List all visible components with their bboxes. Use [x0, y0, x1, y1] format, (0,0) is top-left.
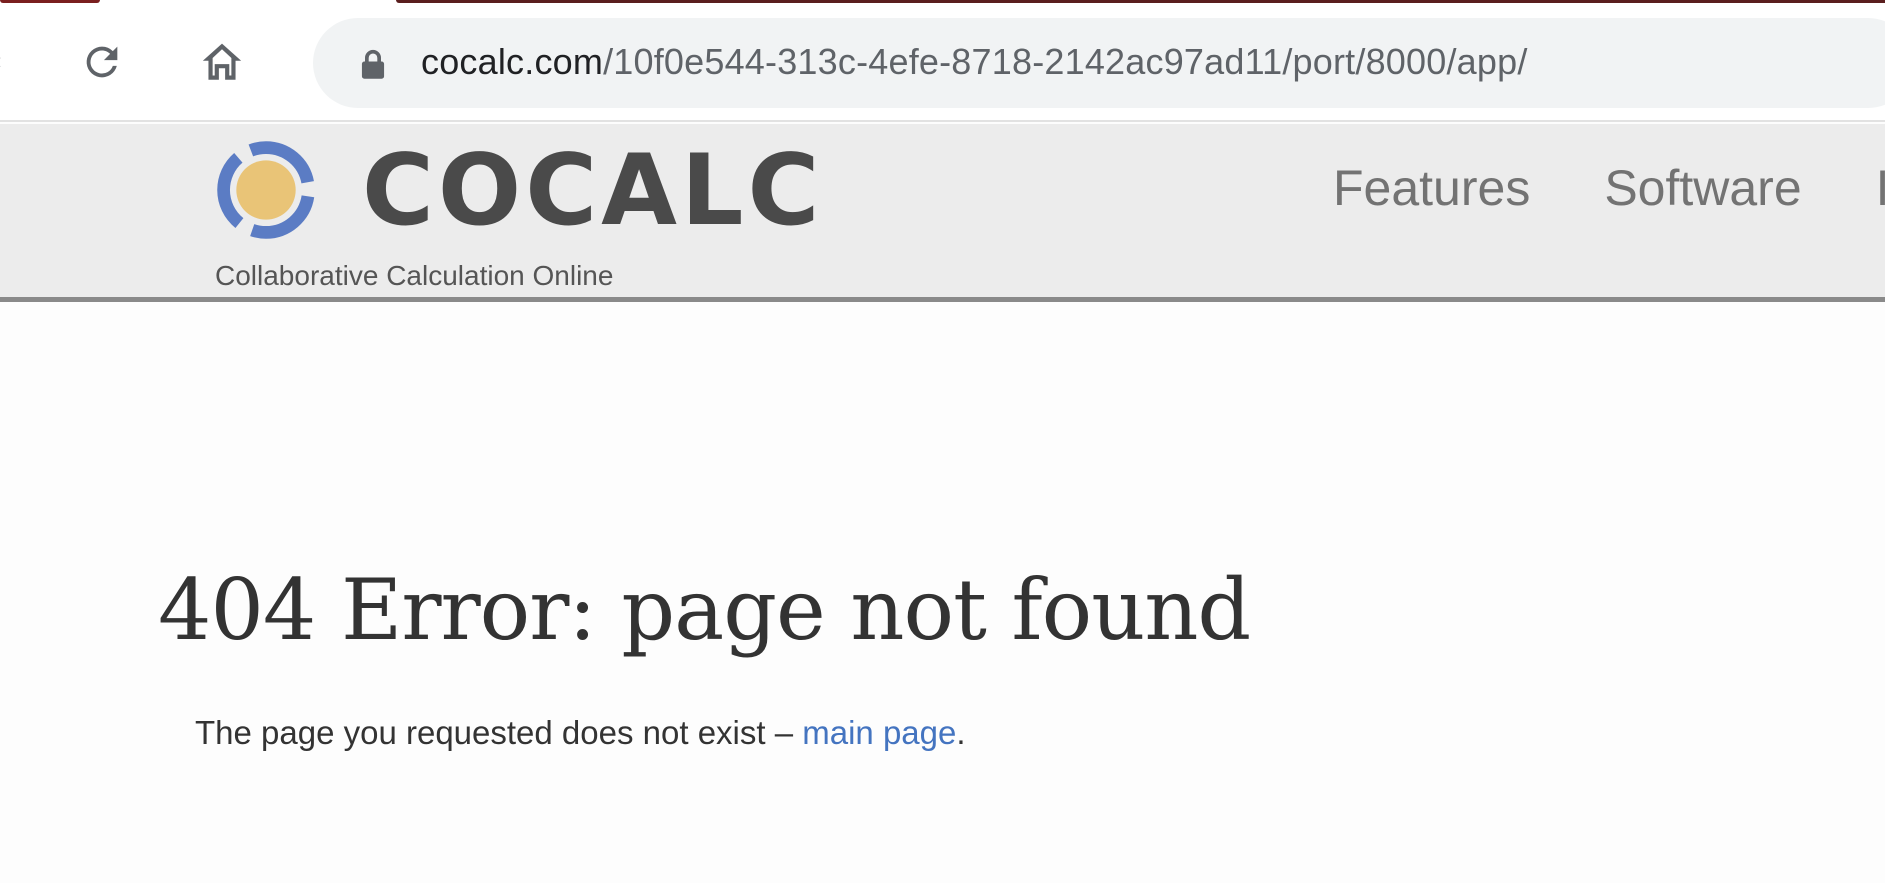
browser-toolbar: ‹ cocalc.com/10f0e544-313c-4efe-8718-214… [0, 0, 1885, 122]
home-button[interactable] [190, 30, 254, 94]
nav-next-link[interactable]: I [1876, 158, 1885, 218]
cocalc-logo-icon[interactable] [213, 137, 319, 243]
logo-wordmark[interactable]: COCALC [362, 141, 823, 241]
lock-icon[interactable] [358, 48, 388, 80]
error-message-text: The page you requested does not exist – [195, 714, 803, 751]
top-nav: Features Software I [1333, 158, 1885, 218]
main-page-link[interactable]: main page [802, 714, 956, 751]
site-header: COCALC Collaborative Calculation Online … [0, 124, 1885, 302]
page-title: 404 Error: page not found [158, 561, 1251, 659]
url-text[interactable]: cocalc.com/10f0e544-313c-4efe-8718-2142a… [421, 40, 1528, 84]
tagline: Collaborative Calculation Online [215, 260, 614, 291]
error-message-period: . [956, 714, 966, 751]
reload-icon [86, 46, 118, 78]
url-path: /10f0e544-313c-4efe-8718-2142ac97ad11/po… [603, 41, 1528, 82]
error-message: The page you requested does not exist – … [195, 713, 966, 753]
address-bar[interactable]: cocalc.com/10f0e544-313c-4efe-8718-2142a… [313, 18, 1885, 108]
url-host: cocalc.com [421, 41, 604, 82]
tab-edge-right[interactable] [396, 0, 1885, 3]
nav-features-link[interactable]: Features [1333, 158, 1530, 218]
nav-software-link[interactable]: Software [1604, 158, 1801, 218]
home-icon [202, 43, 242, 80]
back-button-edge[interactable]: ‹ [0, 48, 1, 74]
reload-button[interactable] [70, 30, 134, 94]
tab-edge-left[interactable] [0, 0, 100, 3]
